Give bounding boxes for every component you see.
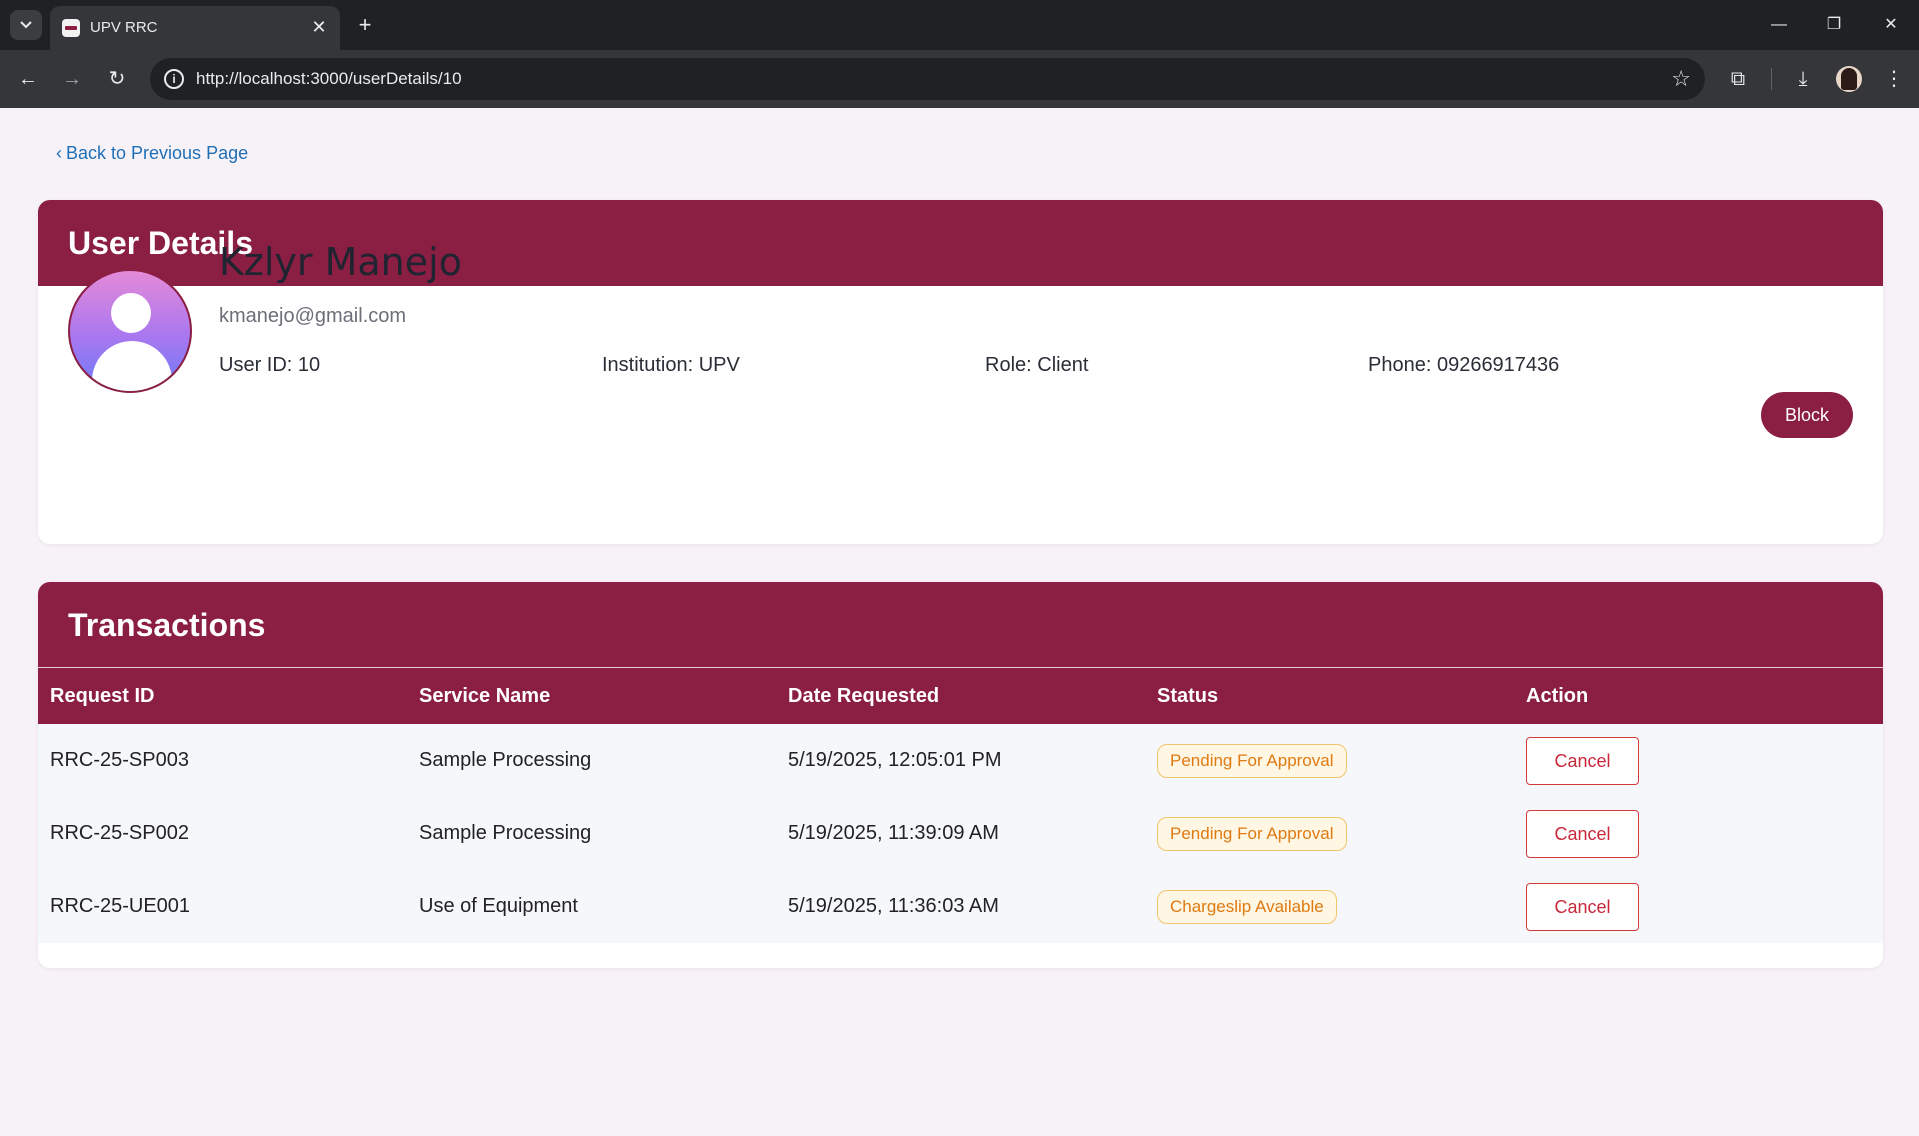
forward-arrow-icon[interactable]: →	[57, 64, 87, 94]
date-requested: 5/19/2025, 11:36:03 AM	[788, 895, 999, 917]
service-name: Use of Equipment	[419, 895, 578, 917]
header-request-id: Request ID	[50, 684, 155, 707]
chevron-left-icon: ‹	[56, 143, 62, 163]
request-id: RRC-25-UE001	[50, 895, 191, 917]
url-text[interactable]: http://localhost:3000/userDetails/10	[196, 69, 462, 89]
user-avatar	[68, 269, 192, 393]
browser-navbar: ← → ↻ i http://localhost:3000/userDetail…	[0, 50, 1919, 108]
service-name: Sample Processing	[419, 749, 592, 771]
table-row: RRC-25-SP003 Sample Processing 5/19/2025…	[38, 724, 1883, 797]
request-id: RRC-25-SP002	[50, 822, 189, 844]
chevron-down-icon	[20, 21, 32, 29]
more-menu-icon[interactable]: ⋮	[1879, 64, 1909, 94]
status-badge: Pending For Approval	[1157, 816, 1347, 851]
download-icon[interactable]: ⤓	[1788, 64, 1818, 94]
header-service-name: Service Name	[419, 684, 551, 707]
tab-search-button[interactable]	[10, 10, 42, 40]
status-badge: Pending For Approval	[1157, 743, 1347, 778]
cancel-button[interactable]: Cancel	[1526, 809, 1639, 858]
browser-tabbar: UPV RRC ✕ + — ❐ ✕	[0, 0, 1919, 50]
close-tab-icon[interactable]: ✕	[308, 16, 330, 38]
user-email: kmanejo@gmail.com	[219, 305, 407, 327]
close-window-icon[interactable]: ✕	[1878, 12, 1904, 38]
site-info-icon[interactable]: i	[164, 69, 184, 89]
toolbar-divider	[1771, 68, 1772, 90]
user-role: Role: Client	[985, 354, 1089, 376]
profile-avatar[interactable]	[1836, 66, 1862, 92]
table-row: RRC-25-UE001 Use of Equipment 5/19/2025,…	[38, 870, 1883, 943]
transactions-card: Transactions Request ID Service Name Dat…	[38, 582, 1883, 968]
date-requested: 5/19/2025, 12:05:01 PM	[788, 749, 1002, 771]
back-arrow-icon[interactable]: ←	[13, 64, 43, 94]
avatar-head	[111, 293, 151, 333]
extensions-icon[interactable]: ⧉	[1723, 64, 1753, 94]
avatar-body	[92, 341, 172, 391]
user-phone: Phone: 09266917436	[1368, 354, 1560, 376]
new-tab-button[interactable]: +	[352, 12, 378, 38]
service-name: Sample Processing	[419, 822, 592, 844]
back-link-label: Back to Previous Page	[66, 143, 249, 163]
user-institution: Institution: UPV	[602, 354, 740, 376]
header-date-requested: Date Requested	[788, 684, 940, 707]
user-id: User ID: 10	[219, 354, 321, 376]
browser-tab[interactable]: UPV RRC ✕	[50, 6, 340, 50]
user-name: Kzlyr Manejo	[219, 240, 462, 284]
minimize-icon[interactable]: —	[1766, 12, 1792, 38]
request-id: RRC-25-SP003	[50, 749, 189, 771]
page-content: ‹ Back to Previous Page User Details Kzl…	[0, 108, 1919, 1136]
tab-title: UPV RRC	[90, 19, 158, 36]
back-link[interactable]: ‹ Back to Previous Page	[56, 143, 248, 164]
block-button[interactable]: Block	[1761, 392, 1853, 438]
header-status: Status	[1157, 684, 1219, 707]
table-row: RRC-25-SP002 Sample Processing 5/19/2025…	[38, 797, 1883, 870]
status-badge: Chargeslip Available	[1157, 889, 1337, 924]
user-details-card: User Details Kzlyr Manejo kmanejo@gmail.…	[38, 200, 1883, 544]
reload-icon[interactable]: ↻	[102, 64, 132, 94]
site-favicon-icon	[62, 19, 80, 37]
transactions-title: Transactions	[38, 582, 1883, 668]
header-action: Action	[1526, 684, 1589, 707]
address-bar[interactable]: i http://localhost:3000/userDetails/10 ☆	[150, 58, 1705, 100]
date-requested: 5/19/2025, 11:39:09 AM	[788, 822, 999, 844]
cancel-button[interactable]: Cancel	[1526, 882, 1639, 931]
restore-icon[interactable]: ❐	[1821, 12, 1847, 38]
table-header: Request ID Service Name Date Requested S…	[38, 668, 1883, 724]
bookmark-star-icon[interactable]: ☆	[1671, 66, 1691, 92]
cancel-button[interactable]: Cancel	[1526, 736, 1639, 785]
